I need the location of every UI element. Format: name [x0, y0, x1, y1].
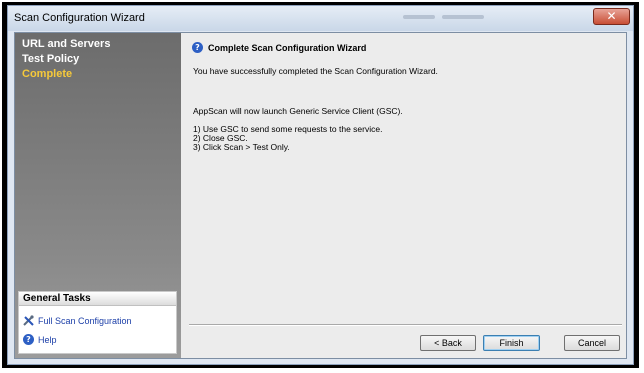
title-bar-blurred-text: [442, 15, 484, 19]
finish-button[interactable]: Finish: [483, 335, 540, 351]
window-shadow-frame: Scan Configuration Wizard ✕ URL and Serv…: [2, 2, 639, 368]
help-icon: ?: [192, 42, 203, 53]
close-button[interactable]: ✕: [593, 8, 630, 25]
page-title-text: Complete Scan Configuration Wizard: [208, 42, 367, 53]
cancel-button[interactable]: Cancel: [564, 335, 620, 351]
wizard-content: ? Complete Scan Configuration Wizard You…: [183, 33, 626, 358]
back-button[interactable]: < Back: [420, 335, 476, 351]
help-icon: ?: [23, 334, 34, 345]
step-url-and-servers[interactable]: URL and Servers: [22, 38, 110, 50]
step-test-policy[interactable]: Test Policy: [22, 53, 79, 65]
task-help[interactable]: ? Help: [23, 334, 57, 345]
window-title: Scan Configuration Wizard: [14, 12, 145, 24]
instruction-step-3: 3) Click Scan > Test Only.: [193, 142, 290, 152]
wizard-window: Scan Configuration Wizard ✕ URL and Serv…: [7, 5, 634, 365]
step-complete[interactable]: Complete: [22, 68, 72, 80]
button-separator: [189, 324, 622, 326]
general-tasks-header: General Tasks: [19, 292, 176, 306]
title-bar-blurred-text: [403, 15, 435, 19]
wizard-sidebar: URL and Servers Test Policy Complete Gen…: [15, 33, 181, 358]
page-title: ? Complete Scan Configuration Wizard: [192, 42, 366, 53]
wizard-body: URL and Servers Test Policy Complete Gen…: [14, 32, 627, 359]
launch-message: AppScan will now launch Generic Service …: [193, 106, 403, 116]
title-bar[interactable]: Scan Configuration Wizard ✕: [8, 6, 633, 31]
general-tasks-panel: General Tasks Full Scan Configuration ? …: [18, 291, 177, 354]
task-label[interactable]: Help: [38, 335, 57, 345]
task-label[interactable]: Full Scan Configuration: [38, 316, 132, 326]
success-message: You have successfully completed the Scan…: [193, 66, 438, 76]
tools-icon: [23, 315, 34, 326]
task-full-scan-configuration[interactable]: Full Scan Configuration: [23, 315, 132, 326]
